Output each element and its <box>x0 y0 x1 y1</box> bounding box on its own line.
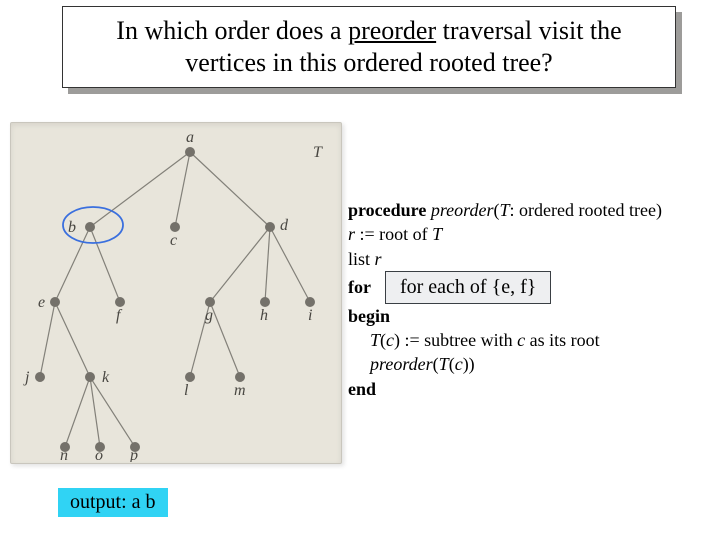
node-label-c: c <box>170 232 177 249</box>
l7-T: T <box>439 354 449 374</box>
kw-procedure: procedure <box>348 200 426 220</box>
l6-end: as its root <box>525 330 600 350</box>
node-label-o: o <box>95 447 103 462</box>
output-text: output: a b <box>70 491 156 513</box>
node-label-e: e <box>38 294 45 311</box>
for-overlay-box: for each of {e, f} <box>385 271 551 304</box>
title-pre: In which order does a <box>116 16 348 45</box>
pseudo-line-7: preorder(T(c)) <box>348 352 708 376</box>
node-label-g: g <box>205 307 213 324</box>
l6-mid: ) := subtree with <box>394 330 517 350</box>
l2-r: r <box>348 224 355 244</box>
slide: In which order does a preorder traversal… <box>0 0 720 540</box>
kw-begin: begin <box>348 306 390 326</box>
l6-T: T <box>370 330 380 350</box>
title-underlined: preorder <box>348 16 436 45</box>
l2-assign: := root of <box>355 224 432 244</box>
node-label-n: n <box>60 447 68 462</box>
pseudo-line-5: begin <box>348 304 708 328</box>
pseudo-line-1: procedure preorder(T: ordered rooted tre… <box>348 198 708 222</box>
l7-close: )) <box>463 354 475 374</box>
node-label-h: h <box>260 307 268 324</box>
l2-T: T <box>432 224 442 244</box>
l7-c: c <box>455 354 463 374</box>
l3-list: list <box>348 249 375 269</box>
title-text: In which order does a preorder traversal… <box>73 15 665 80</box>
l6-c1: c <box>386 330 394 350</box>
node-label-a: a <box>186 129 194 146</box>
node-label-d: d <box>280 217 289 234</box>
l1-T: T <box>500 200 510 220</box>
l7-name: preorder <box>370 354 433 374</box>
l3-r: r <box>375 249 382 269</box>
pseudo-line-4: for for each of {e, f} <box>348 271 708 304</box>
node-label-m: m <box>234 382 246 399</box>
node-label-l: l <box>184 382 189 399</box>
tree-diagram: a T b c d e f g h i j k l m n o p <box>10 122 340 462</box>
tree-label-T: T <box>313 144 323 161</box>
node-label-p: p <box>129 447 138 462</box>
l6-c2: c <box>517 330 525 350</box>
pseudo-line-3: list r <box>348 247 708 271</box>
pseudo-line-2: r := root of T <box>348 222 708 246</box>
node-label-j: j <box>23 369 30 386</box>
l1-rest: : ordered rooted tree) <box>510 200 662 220</box>
pseudo-line-8: end <box>348 377 708 401</box>
kw-for: for <box>348 275 371 299</box>
node-label-b: b <box>68 219 76 236</box>
node-label-i: i <box>308 307 312 324</box>
kw-end: end <box>348 379 376 399</box>
proc-name: preorder <box>431 200 494 220</box>
output-box: output: a b <box>58 488 168 517</box>
pseudocode-block: procedure preorder(T: ordered rooted tre… <box>348 198 708 401</box>
node-label-f: f <box>116 307 123 324</box>
title-box: In which order does a preorder traversal… <box>62 6 676 88</box>
node-label-k: k <box>102 369 110 386</box>
pseudo-line-6: T(c) := subtree with c as its root <box>348 328 708 352</box>
